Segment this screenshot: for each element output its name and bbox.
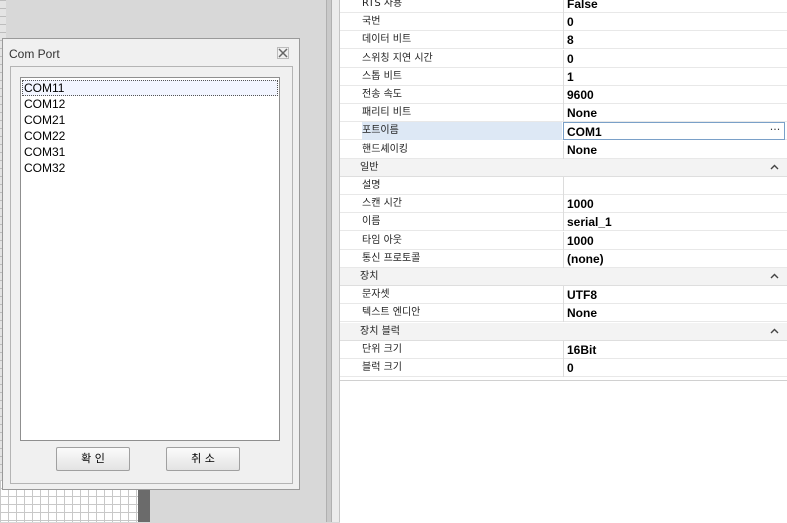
property-value[interactable]: UTF8 [563, 286, 785, 305]
property-value[interactable]: None [563, 140, 785, 159]
port-list-item[interactable]: COM11 [22, 80, 278, 96]
property-value[interactable]: COM1 [563, 122, 785, 141]
property-value[interactable]: None [563, 104, 785, 123]
property-name: 스위칭 지연 시간 [362, 52, 433, 64]
property-name: 단위 크기 [362, 343, 402, 355]
property-name: 스톱 비트 [362, 70, 402, 82]
property-row[interactable]: 핸드셰이킹 None [340, 140, 787, 159]
property-row[interactable]: RTS 사용 False [340, 0, 787, 13]
property-name: 패리티 비트 [362, 107, 412, 119]
property-row[interactable]: 통신 프로토콜 (none) [340, 249, 787, 268]
property-value[interactable]: 1 [563, 67, 785, 86]
property-category[interactable]: 장치 블럭 [340, 322, 787, 341]
cancel-button[interactable]: 취 소 [166, 447, 240, 471]
collapse-icon[interactable] [770, 159, 779, 176]
property-name: 설명 [362, 180, 381, 191]
property-row[interactable]: 패리티 비트 None [340, 104, 787, 123]
property-row[interactable]: 블럭 크기 0 [340, 359, 787, 377]
port-list-item[interactable]: COM21 [22, 112, 278, 128]
property-name: 이름 [362, 216, 381, 228]
property-name: RTS 사용 [362, 0, 403, 9]
property-row[interactable]: 이름 serial_1 [340, 213, 787, 232]
property-value[interactable]: 16Bit [563, 340, 785, 359]
property-name: 포트이름 [362, 122, 562, 141]
property-row[interactable]: 전송 속도 9600 [340, 86, 787, 104]
property-value[interactable]: 0 [563, 359, 785, 377]
ok-button[interactable]: 확 인 [56, 447, 130, 471]
property-category[interactable]: 일반 [340, 158, 787, 177]
property-row[interactable]: 데이터 비트 8 [340, 31, 787, 50]
port-list-item[interactable]: COM32 [22, 160, 278, 176]
property-name: 문자셋 [362, 289, 390, 301]
property-value[interactable]: 9600 [563, 86, 785, 104]
property-row[interactable]: 국번 0 [340, 13, 787, 32]
property-name: 타임 아웃 [362, 234, 402, 246]
category-label: 장치 블럭 [360, 325, 400, 337]
property-value[interactable]: 1000 [563, 195, 785, 214]
property-row[interactable]: 텍스트 엔디안 None [340, 304, 787, 323]
property-name: 데이터 비트 [362, 34, 412, 46]
grid-margin [332, 0, 340, 522]
ellipsis-button[interactable]: ··· [767, 122, 783, 138]
property-value[interactable] [563, 177, 785, 195]
category-label: 일반 [360, 161, 379, 173]
property-row[interactable]: 설명 [340, 177, 787, 195]
property-row[interactable]: 단위 크기 16Bit [340, 340, 787, 359]
property-value[interactable]: 0 [563, 49, 785, 68]
property-row[interactable]: 스위칭 지연 시간 0 [340, 49, 787, 68]
property-value[interactable]: (none) [563, 249, 785, 268]
property-value[interactable]: serial_1 [563, 213, 785, 232]
property-name: 핸드셰이킹 [362, 143, 408, 155]
port-list-item[interactable]: COM12 [22, 96, 278, 112]
property-name: 텍스트 엔디안 [362, 307, 421, 319]
port-list-item[interactable]: COM31 [22, 144, 278, 160]
dialog-title: Com Port [9, 47, 60, 61]
close-icon[interactable] [277, 47, 289, 59]
port-list-item[interactable]: COM22 [22, 128, 278, 144]
property-value[interactable]: False [563, 0, 785, 13]
property-name: 전송 속도 [362, 89, 402, 100]
property-category[interactable]: 장치 [340, 268, 787, 286]
property-value[interactable]: None [563, 304, 785, 323]
property-name: 통신 프로토콜 [362, 252, 421, 264]
collapse-icon[interactable] [770, 323, 779, 340]
property-grid: RTS 사용 False 국번 0 데이터 비트 8 스위칭 지연 시간 0 스톱 비트 1 전송 … [340, 0, 787, 523]
property-value[interactable]: 0 [563, 13, 785, 32]
port-listbox[interactable]: COM11 COM12 COM21 COM22 COM31 COM32 [20, 77, 280, 441]
property-row[interactable]: 포트이름 COM1 ··· [340, 122, 787, 141]
collapse-icon[interactable] [770, 268, 779, 285]
property-row[interactable]: 스톱 비트 1 [340, 67, 787, 86]
property-value[interactable]: 1000 [563, 231, 785, 250]
property-row[interactable]: 스캔 시간 1000 [340, 195, 787, 214]
property-row[interactable]: 타임 아웃 1000 [340, 231, 787, 250]
property-name: 블럭 크기 [362, 362, 402, 373]
property-name: 스캔 시간 [362, 198, 402, 210]
property-row[interactable]: 문자셋 UTF8 [340, 286, 787, 305]
property-value[interactable]: 8 [563, 31, 785, 50]
property-name: 국번 [362, 16, 381, 28]
category-label: 장치 [360, 271, 379, 282]
property-grid-empty-area [340, 380, 787, 523]
